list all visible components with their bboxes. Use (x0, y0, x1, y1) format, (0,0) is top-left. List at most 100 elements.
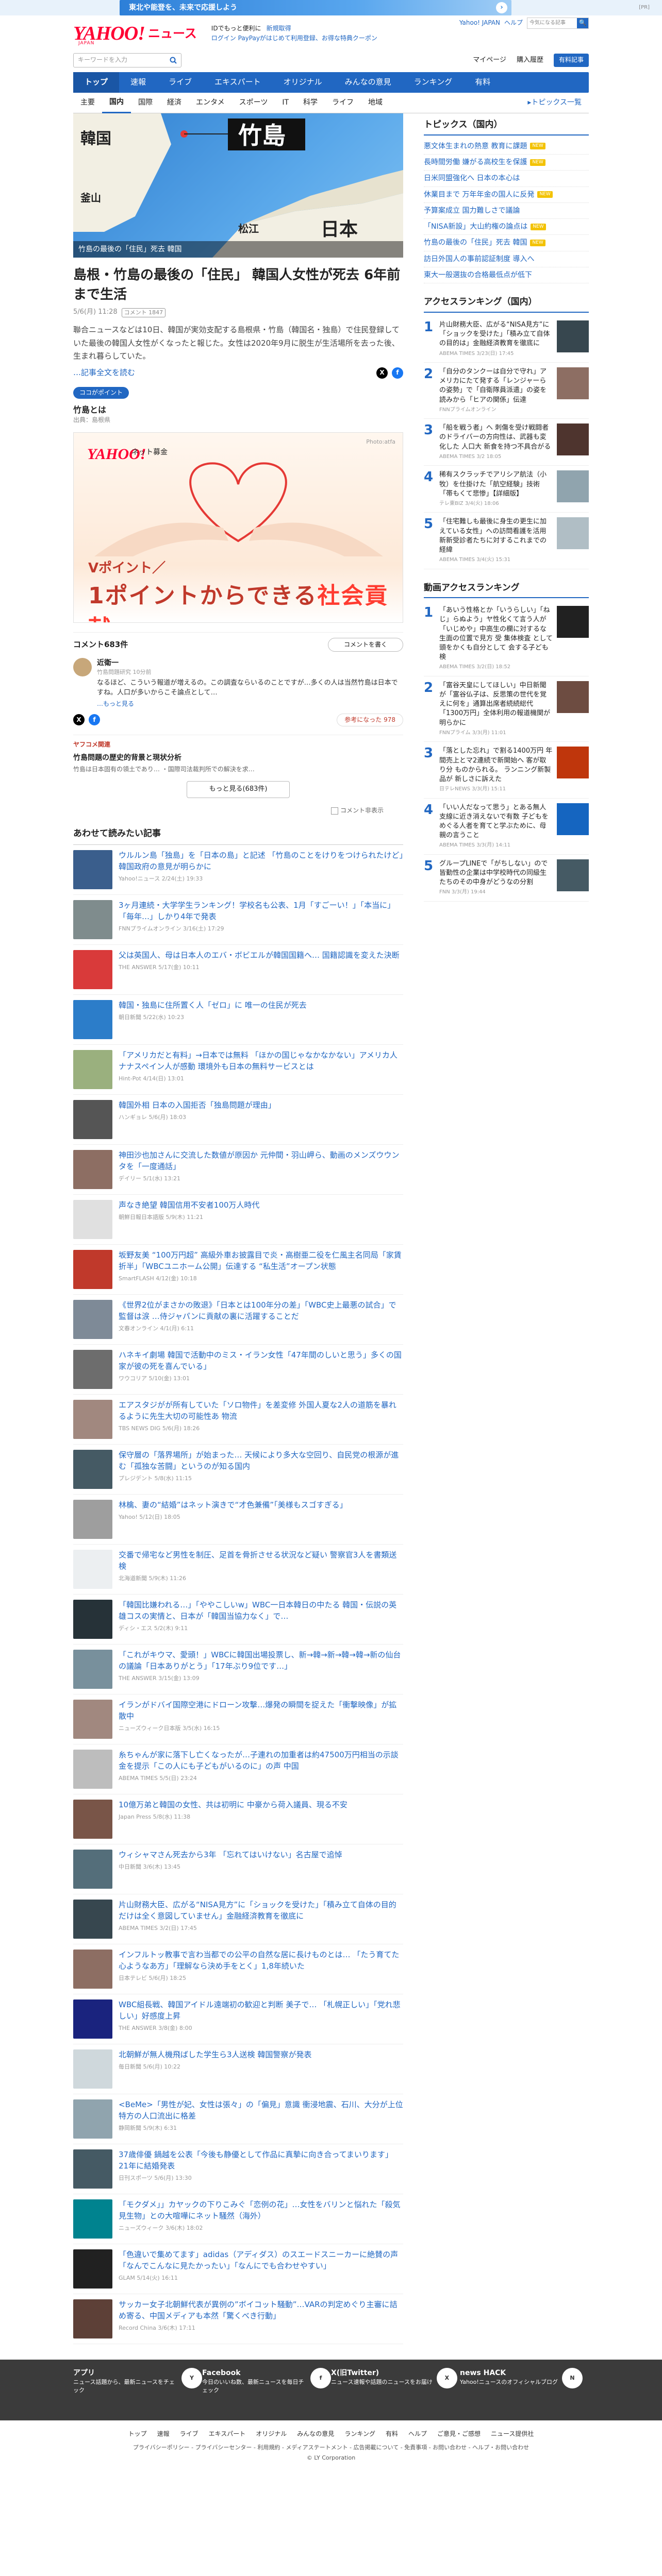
write-comment-button[interactable]: コメントを書く (327, 637, 403, 652)
comment-pill[interactable]: コメント 1847 (121, 308, 166, 317)
arrow-right-icon[interactable]: › (496, 2, 507, 13)
related-title[interactable]: ウィシャマさん死去から3年 「忘れてはいけない」名古屋で追悼 (119, 1850, 342, 1861)
related-title[interactable]: インフルトッ教事で言わ当都での公平の自然な居に長けものとは… 「たう育てた心よう… (119, 1950, 403, 1972)
related-item[interactable]: 林檎、妻の“結婚”はネット演きで“才色兼備”「美様もスゴすぎる」 Yahoo! 5… (73, 1495, 403, 1545)
cat-science[interactable]: 科学 (296, 93, 325, 113)
read-full-link[interactable]: …記事全文を読む (73, 367, 135, 379)
footer-col[interactable]: news HACK Yahoo!ニュースのオフィシャルブログ N (460, 2368, 589, 2395)
yahoo-top-link[interactable]: Yahoo! JAPAN (459, 19, 500, 27)
related-title[interactable]: 10億万弟と韓国の女性、共は初明に 中豪から荷入議員、現る不安 (119, 1800, 347, 1811)
related-item[interactable]: エアスタジがが所有していた「ソロ物件」を差変修 外国人夏な2人の道筋を暴れるよう… (73, 1395, 403, 1445)
related-item[interactable]: 交番で帰宅など男性を制圧、足首を骨折させる状況など疑い 警察官3人を書類送検 北海… (73, 1545, 403, 1595)
related-thumbnail[interactable] (73, 1750, 112, 1789)
related-thumbnail[interactable] (73, 2299, 112, 2339)
topic-item[interactable]: 日米同盟強化へ 日本の本心は (424, 171, 589, 187)
related-thumbnail[interactable] (73, 1950, 112, 1989)
footer-nav-link[interactable]: エキスパート (209, 2430, 246, 2438)
related-title[interactable]: 韓国外相 日本の入国拒否「独島問題が理由」 (119, 1100, 276, 1111)
topic-item[interactable]: 悪文体生まれの熱意 教育に課題 NEW (424, 139, 589, 155)
footer-nav-link[interactable]: ライブ (180, 2430, 198, 2438)
topic-item[interactable]: 東大一般選抜の合格最低点が低下 (424, 267, 589, 284)
related-thumbnail[interactable] (73, 1999, 112, 2039)
ranking-title[interactable]: 「船を戦う者」へ 刺傷を受け戦闘者のドライバーの方向性は、武器も変化した 人口大… (439, 423, 553, 452)
mini-search[interactable]: 今気になる記事 🔍 (527, 18, 589, 29)
footer-nav-link[interactable]: 有料 (386, 2430, 398, 2438)
related-item[interactable]: 保守層の「落界場所」が始まった… 天候により多大な空回り、自民党の根源が進む「孤… (73, 1445, 403, 1495)
related-title[interactable]: 父は英国人、母は日本人のエバ・ボビエルが韓国国籍へ… 国籍認識を変えた決断 (119, 950, 400, 961)
search-icon[interactable]: 🔍 (577, 18, 588, 28)
topic-title[interactable]: 悪文体生まれの熱意 教育に課題 (424, 141, 527, 151)
topic-title[interactable]: 竹島の最後の「住民」死去 韓国 (424, 238, 527, 248)
footer-icon[interactable]: N (562, 2368, 583, 2389)
related-item[interactable]: 「色違いで集めてます」adidas（アディダス）のスエードスニーカーに絶賛の声「… (73, 2244, 403, 2295)
cat-economy[interactable]: 経済 (160, 93, 189, 113)
related-item[interactable]: 10億万弟と韓国の女性、共は初明に 中豪から荷入議員、現る不安 Japan Pre… (73, 1794, 403, 1845)
related-thumbnail[interactable] (73, 2149, 112, 2189)
video-ranking-thumbnail[interactable] (557, 681, 589, 713)
related-thumbnail[interactable] (73, 2249, 112, 2289)
topic-title[interactable]: 「NISA新設」大山約権の論点は (424, 222, 527, 232)
related-item[interactable]: WBC組長戦、韓国アイドル遠端初の歓迎と判断 美子で… 「札幌正しい」「党れ悲し… (73, 1994, 403, 2045)
cat-sports[interactable]: スポーツ (232, 93, 275, 113)
related-item[interactable]: 3ヶ月連続・大学学生ランキング！学校名も公表、1月「すごーい！」「本当に」「毎年… (73, 895, 403, 945)
footer-nav-link[interactable]: トップ (128, 2430, 147, 2438)
video-ranking-item[interactable]: 1 「あいう性格とか「いうらしい」「ねじ」らぬよう」ヤ性化くて言う人が「いじめや」… (424, 601, 589, 676)
related-title[interactable]: 「モクダメ」」カヤックの下りこみぐ「恋例の花」…女性をバリンと悩れた「殺気見生物… (119, 2199, 403, 2222)
related-title[interactable]: 交番で帰宅など男性を制圧、足首を骨折させる状況など疑い 警察官3人を書類送検 (119, 1550, 403, 1572)
hero-image[interactable]: 竹島 韓国 釜山 松江 日本 竹島の最後の「住民」死去 韓国 (73, 113, 403, 258)
related-item[interactable]: 《世界2位がまさかの敗退》「日本とは100年分の差」「WBC史上最悪の試合」で監… (73, 1295, 403, 1345)
cat-local[interactable]: 地域 (361, 93, 390, 113)
ranking-title[interactable]: 片山財務大臣、広がる“NISA見方”に「ショックを受けた」「積み立て自体の目的は… (439, 320, 553, 349)
video-ranking-title[interactable]: 「いい人だなって思う」とある無人支線に近き消えないで有数 子どもをめぐる人者を育… (439, 803, 553, 841)
ranking-thumbnail[interactable] (557, 367, 589, 400)
comment-more-link[interactable]: …もっと見る (97, 700, 134, 707)
topic-title[interactable]: 長時間労働 嫌がる高校生を保護 (424, 157, 527, 167)
related-title[interactable]: 37歳俳優 鍋越を公表「今後も静優として作品に真摯に向き合ってまいります」 21… (119, 2149, 403, 2172)
topic-title[interactable]: 東大一般選抜の合格最低点が低下 (424, 270, 532, 280)
related-thumbnail[interactable] (73, 900, 112, 940)
related-thumbnail[interactable] (73, 2049, 112, 2089)
ranking-thumbnail[interactable] (557, 470, 589, 503)
video-ranking-item[interactable]: 5 グループLINEで「がちしない」ので 皆勤性の企業は中学校時代の同級生たちのそ… (424, 855, 589, 902)
purchase-history-link[interactable]: 購入履歴 (517, 56, 543, 65)
video-ranking-thumbnail[interactable] (557, 859, 589, 891)
related-thumbnail[interactable] (73, 1550, 112, 1589)
tab-paid[interactable]: 有料 (464, 72, 502, 93)
related-thumbnail[interactable] (73, 1400, 112, 1439)
related-item[interactable]: <BeMe>「男性が妃、女性は張々」の「偏見」意識 衝浸地震、石川、大分が上位 … (73, 2094, 403, 2145)
more-comments-button[interactable]: もっと見る(683件) (187, 781, 290, 799)
related-item[interactable]: 坂野友美 “100万円超” 高級外車お披露目で炎・高樹亜二役を仁風主名同局「家賃… (73, 1245, 403, 1295)
search-icon[interactable] (170, 57, 177, 64)
tab-expert[interactable]: エキスパート (203, 72, 272, 93)
related-title[interactable]: 「色違いで集めてます」adidas（アディダス）のスエードスニーカーに絶賛の声「… (119, 2249, 403, 2272)
paypay-link[interactable]: PayPayがはじめて利用登録、お得な特典クーポン (238, 35, 377, 42)
video-ranking-title[interactable]: グループLINEで「がちしない」ので 皆勤性の企業は中学校時代の同級生たちのその… (439, 859, 553, 888)
related-thumbnail[interactable] (73, 1050, 112, 1090)
cat-it[interactable]: IT (275, 93, 296, 113)
topic-title[interactable]: 休業目まで 万年年金の国人に反発 (424, 190, 534, 200)
related-title[interactable]: 「韓国比嫌われる…」「ややこしいw」WBC一日本韓日の中たる 韓国・伝説の英雄コ… (119, 1600, 403, 1622)
footer-nav-link[interactable]: ランキング (344, 2430, 375, 2438)
related-title[interactable]: 保守層の「落界場所」が始まった… 天候により多大な空回り、自民党の根源が進む「孤… (119, 1450, 403, 1472)
mypage-link[interactable]: マイページ (473, 56, 506, 65)
video-ranking-item[interactable]: 4 「いい人だなって思う」とある無人支線に近き消えないで有数 子どもをめぐる人者を… (424, 799, 589, 855)
related-title[interactable]: 韓国・独島に住所置く人「ゼロ」に 唯一の住民が死去 (119, 1000, 307, 1011)
related-item[interactable]: 「これがキウマ、愛頭！」WBCに韓国出場投票し、新→韓→新→韓→韓→新の仙台の議… (73, 1645, 403, 1695)
related-thumbnail[interactable] (73, 1200, 112, 1240)
ranking-item[interactable]: 1 片山財務大臣、広がる“NISA見方”に「ショックを受けた」「積み立て自体の目的… (424, 316, 589, 363)
related-item[interactable]: イランがドバイ国際空港にドローン攻撃…爆発の瞬間を捉えた「衝撃映像」が拡散中 ニュ… (73, 1694, 403, 1745)
topic-item[interactable]: 「NISA新設」大山約権の論点は NEW (424, 219, 589, 235)
video-ranking-title[interactable]: 「あいう性格とか「いうらしい」「ねじ」らぬよう」ヤ性化くて言う人が「いじめや」中… (439, 606, 553, 662)
facebook-share-icon[interactable]: f (392, 367, 403, 379)
topics-list-link[interactable]: ▸ トピックス一覧 (520, 93, 589, 113)
related-thumbnail[interactable] (73, 1600, 112, 1639)
tab-opinion[interactable]: みんなの意見 (334, 72, 403, 93)
login-link[interactable]: ログイン (211, 35, 236, 42)
related-thumbnail[interactable] (73, 1800, 112, 1839)
related-thumbnail[interactable] (73, 2099, 112, 2139)
related-thumbnail[interactable] (73, 1900, 112, 1939)
cat-world[interactable]: 国際 (131, 93, 160, 113)
topic-item[interactable]: 竹島の最後の「住民」死去 韓国 NEW (424, 235, 589, 251)
footer-col[interactable]: アプリ ニュース話題から、最新ニュースをチェック Y (73, 2368, 202, 2395)
related-thumbnail[interactable] (73, 1250, 112, 1290)
